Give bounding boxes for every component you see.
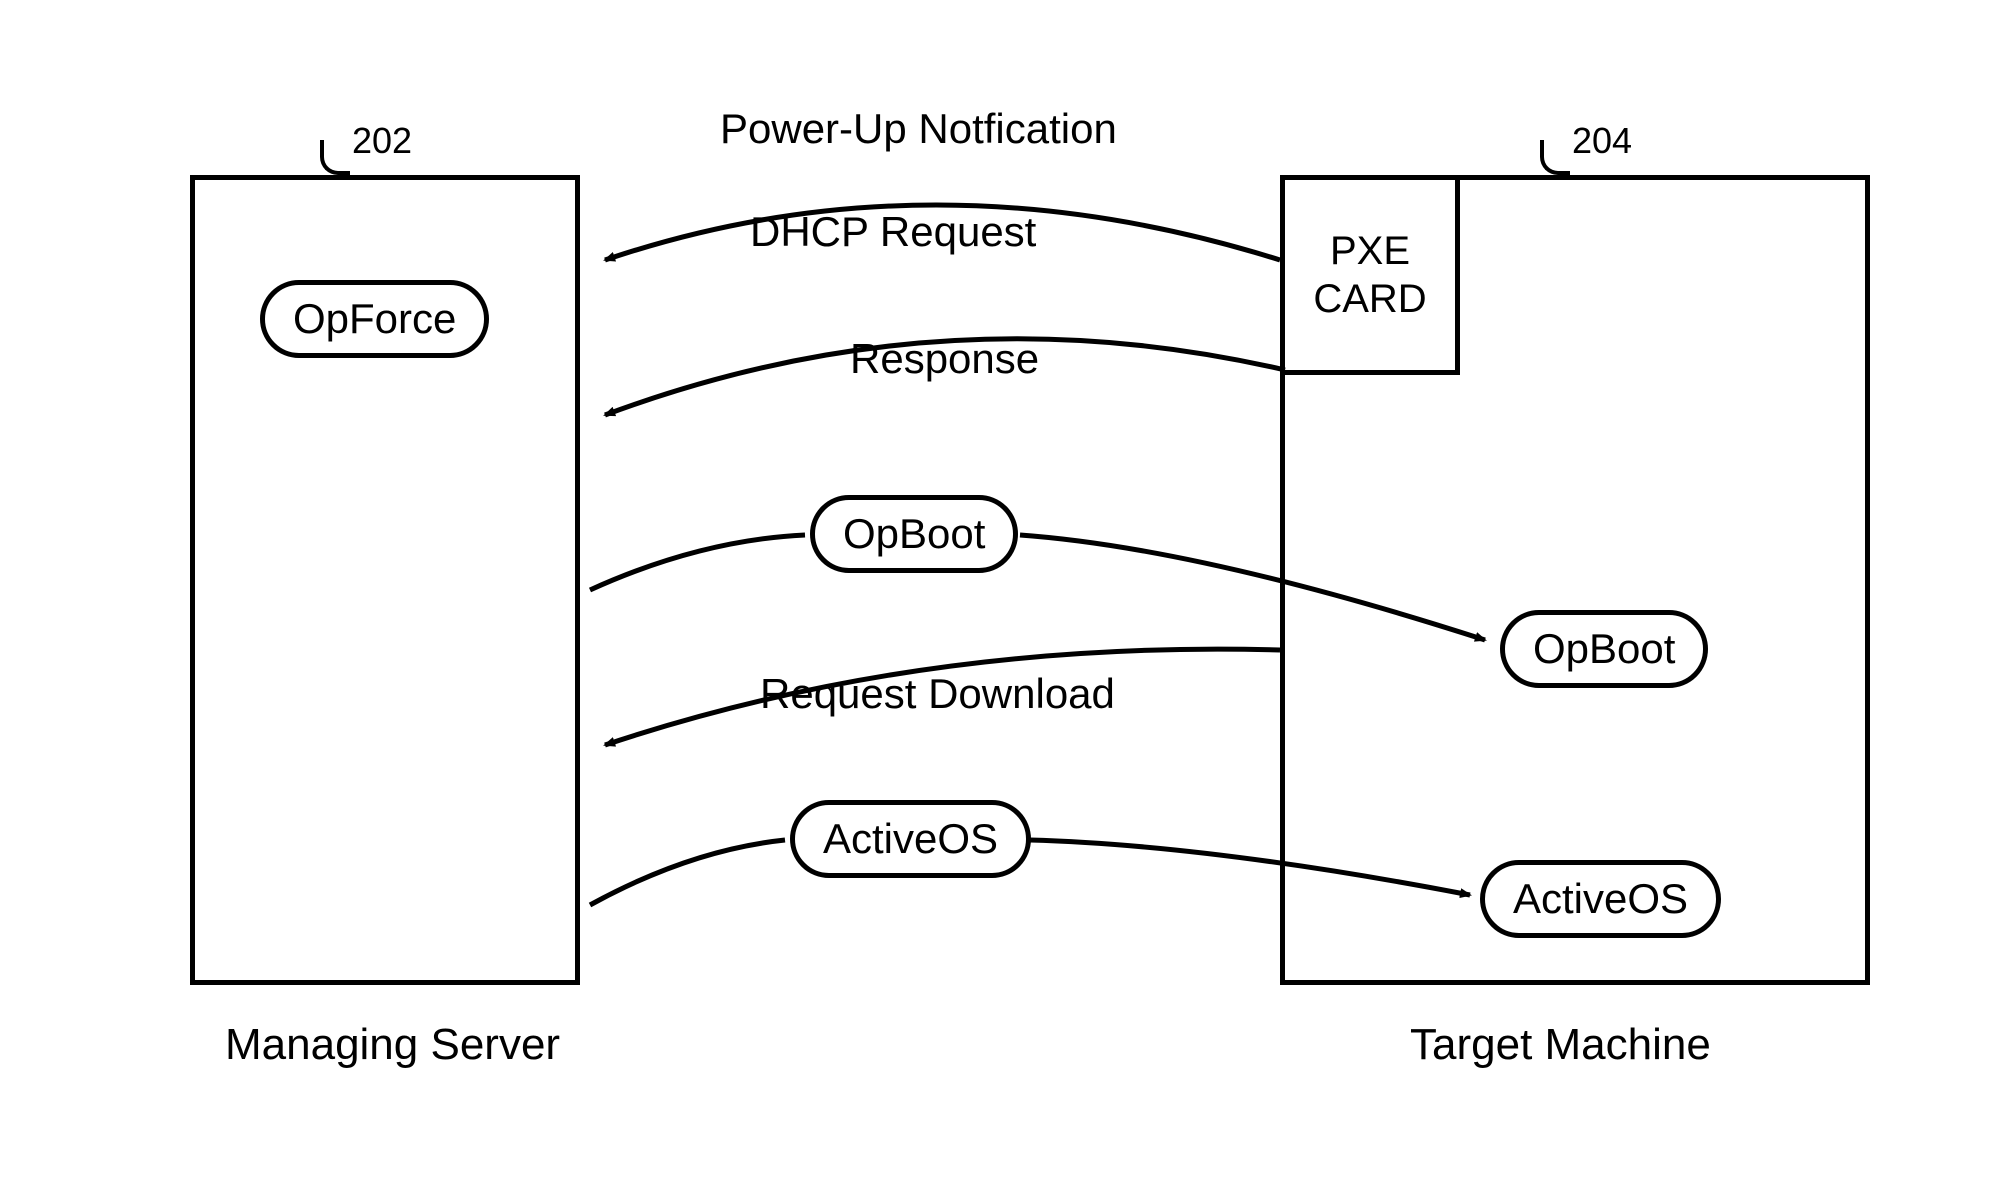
pxe-card-label: PXECARD <box>1313 227 1426 323</box>
diagram-container: 202 204 OpForce PXECARD OpBoot ActiveOS … <box>0 0 2008 1203</box>
msg-response: Response <box>850 335 1039 383</box>
msg-powerup: Power-Up Notfication <box>720 105 1117 153</box>
ref-label-left: 202 <box>352 120 412 162</box>
activeos-mid-pill: ActiveOS <box>790 800 1031 878</box>
activeos-right-pill: ActiveOS <box>1480 860 1721 938</box>
opboot-right-pill: OpBoot <box>1500 610 1708 688</box>
opforce-pill: OpForce <box>260 280 489 358</box>
msg-dhcp: DHCP Request <box>750 208 1036 256</box>
caption-left: Managing Server <box>225 1020 560 1070</box>
ref-label-right: 204 <box>1572 120 1632 162</box>
caption-right: Target Machine <box>1410 1020 1711 1070</box>
opboot-mid-pill: OpBoot <box>810 495 1018 573</box>
ref-tick-right <box>1540 140 1570 175</box>
ref-tick-left <box>320 140 350 175</box>
target-machine-box: PXECARD OpBoot ActiveOS <box>1280 175 1870 985</box>
pxe-card-box: PXECARD <box>1280 175 1460 375</box>
msg-request-download: Request Download <box>760 670 1115 718</box>
managing-server-box: OpForce <box>190 175 580 985</box>
